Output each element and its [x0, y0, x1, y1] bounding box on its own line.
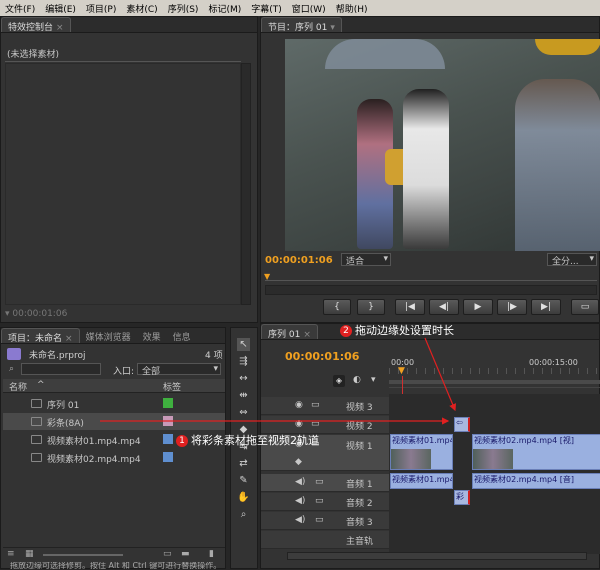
annotation-text: 将彩条素材拖至视频2轨道	[191, 434, 319, 447]
step-number: 1	[176, 435, 188, 447]
step-number: 2	[340, 325, 352, 337]
annotation-1: 1 将彩条素材拖至视频2轨道	[176, 432, 319, 448]
annotation-arrows	[100, 337, 457, 425]
annotation-2: 2 拖动边缘处设置时长	[340, 322, 454, 338]
edge-arrow	[424, 337, 457, 412]
annotation-text: 拖动边缘处设置时长	[355, 324, 454, 337]
